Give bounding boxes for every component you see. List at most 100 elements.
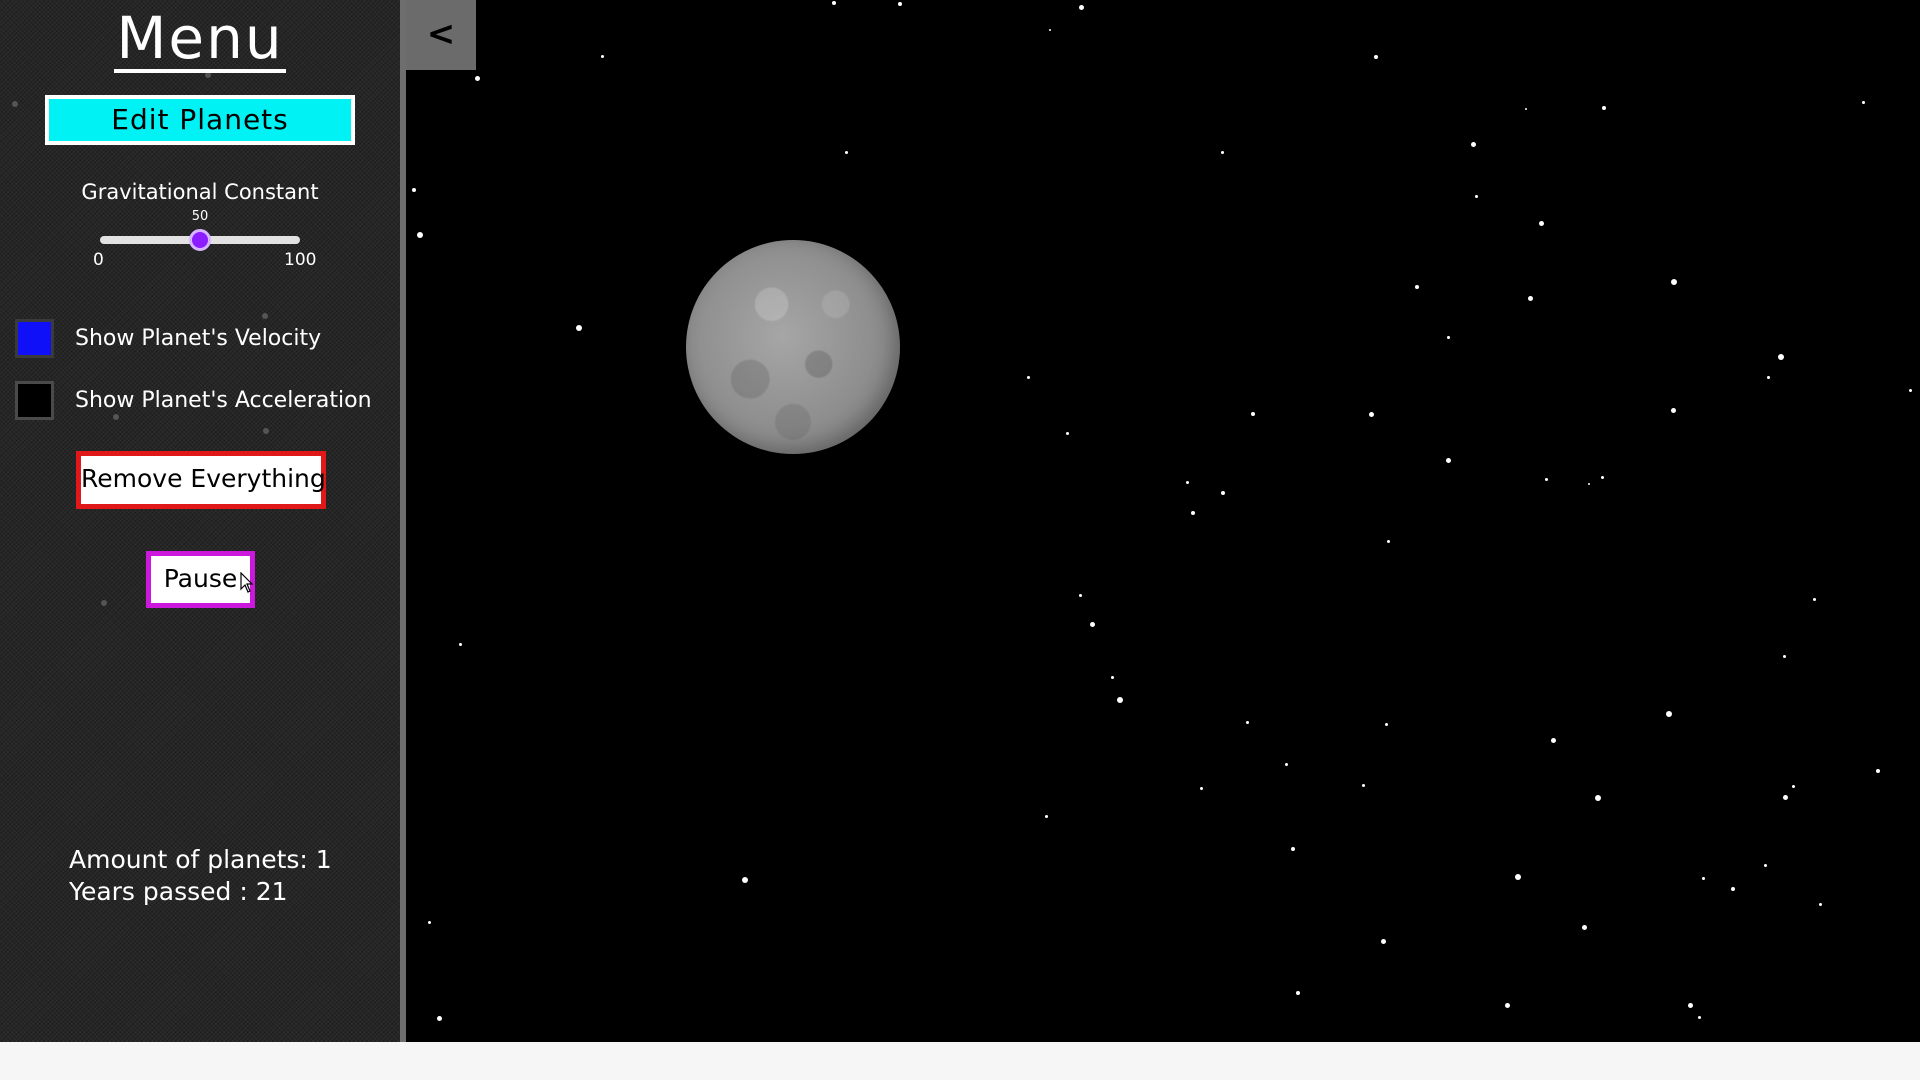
slider-thumb[interactable]	[189, 229, 211, 251]
star	[1862, 101, 1865, 104]
background-speck	[113, 414, 119, 420]
star	[832, 1, 836, 5]
star	[1909, 389, 1912, 392]
star	[1291, 847, 1295, 851]
star	[1285, 763, 1288, 766]
planet[interactable]	[686, 240, 900, 454]
star	[1778, 354, 1784, 360]
star	[1415, 285, 1419, 289]
planet-count-text: Amount of planets: 1	[69, 845, 332, 874]
star	[1551, 738, 1556, 743]
background-speck	[12, 101, 18, 107]
star	[1079, 5, 1084, 10]
star	[1117, 697, 1123, 703]
chevron-left-icon: <	[426, 14, 456, 54]
star	[1381, 939, 1386, 944]
background-speck	[101, 600, 107, 606]
slider-max-label: 100	[284, 250, 317, 270]
star	[428, 921, 431, 924]
star	[1385, 723, 1388, 726]
star	[412, 188, 416, 192]
star	[1819, 903, 1822, 906]
star	[1764, 864, 1767, 867]
star	[1505, 1003, 1510, 1008]
star	[1471, 142, 1476, 147]
star	[437, 1016, 442, 1021]
star	[1515, 874, 1521, 880]
star	[1369, 412, 1374, 417]
star	[1447, 336, 1450, 339]
star	[1186, 481, 1189, 484]
star	[1387, 540, 1390, 543]
star	[1671, 279, 1677, 285]
star	[417, 232, 423, 238]
show-velocity-checkbox[interactable]	[15, 319, 54, 358]
star	[898, 2, 902, 6]
gravitational-constant-label: Gravitational Constant	[81, 180, 319, 204]
star	[1876, 769, 1880, 773]
star	[1767, 376, 1770, 379]
background-speck	[263, 428, 269, 434]
star	[845, 151, 848, 154]
star	[1783, 655, 1786, 658]
star	[1027, 376, 1030, 379]
edit-planets-button[interactable]: Edit Planets	[45, 95, 355, 145]
slider-value-label: 50	[191, 209, 209, 224]
star	[1221, 491, 1225, 495]
star	[1702, 877, 1705, 880]
star	[1079, 594, 1082, 597]
page-bottom-strip	[0, 1042, 1920, 1080]
menu-title: Menu	[114, 4, 286, 73]
star	[1221, 151, 1224, 154]
star	[576, 325, 582, 331]
star	[1446, 458, 1451, 463]
star	[1688, 1003, 1693, 1008]
mouse-pointer-icon	[240, 572, 254, 593]
star	[1475, 195, 1478, 198]
star	[1792, 785, 1795, 788]
star	[1362, 784, 1365, 787]
space-canvas[interactable]	[406, 0, 1920, 1042]
star	[1731, 887, 1735, 891]
star	[1545, 478, 1548, 481]
show-acceleration-checkbox[interactable]	[15, 381, 54, 420]
star	[1539, 221, 1544, 226]
star	[1090, 622, 1095, 627]
star	[1045, 815, 1048, 818]
star	[1191, 511, 1195, 515]
star	[475, 76, 480, 81]
star	[1251, 412, 1255, 416]
star	[1588, 483, 1590, 485]
star	[1783, 795, 1788, 800]
star	[742, 877, 748, 883]
show-acceleration-label: Show Planet's Acceleration	[75, 388, 372, 413]
slider-min-label: 0	[93, 250, 104, 270]
star	[1528, 296, 1533, 301]
star	[601, 55, 604, 58]
star	[1200, 787, 1203, 790]
pause-button[interactable]: Pause	[146, 551, 255, 608]
star	[1246, 721, 1249, 724]
star	[459, 643, 462, 646]
star	[1111, 676, 1114, 679]
collapse-sidebar-button[interactable]: <	[406, 0, 476, 70]
star	[1582, 925, 1587, 930]
star	[1601, 476, 1604, 479]
star	[1698, 1016, 1701, 1019]
star	[1525, 108, 1527, 110]
star	[1049, 29, 1051, 31]
simulator-app: Menu Edit Planets Gravitational Constant…	[0, 0, 1920, 1042]
show-velocity-label: Show Planet's Velocity	[75, 326, 322, 351]
star	[1066, 432, 1069, 435]
star	[1671, 408, 1676, 413]
background-speck	[262, 313, 268, 319]
star	[1296, 991, 1300, 995]
sidebar-menu: Menu Edit Planets Gravitational Constant…	[0, 0, 400, 1042]
star	[1666, 711, 1672, 717]
star	[1595, 795, 1601, 801]
star	[1602, 106, 1606, 110]
star	[1374, 55, 1378, 59]
star	[1813, 598, 1816, 601]
years-passed-text: Years passed : 21	[69, 877, 288, 906]
remove-everything-button[interactable]: Remove Everything	[76, 451, 326, 509]
